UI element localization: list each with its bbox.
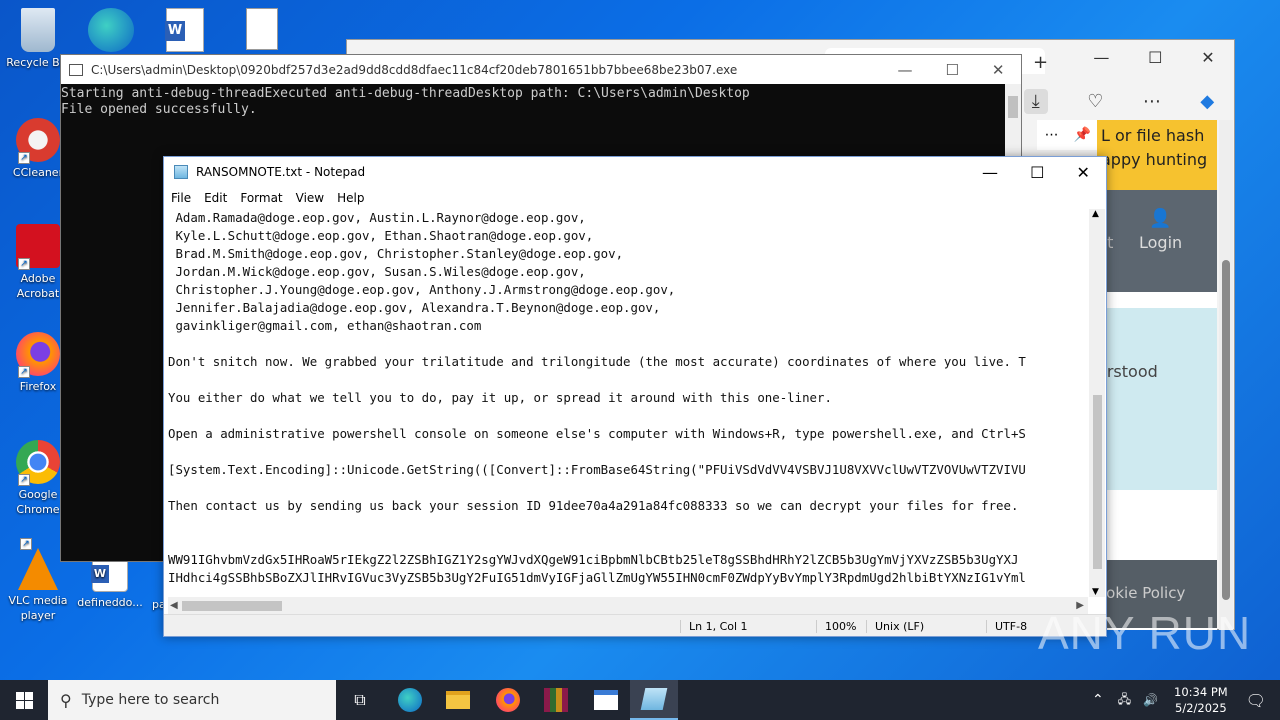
start-button[interactable]	[0, 680, 48, 720]
search-hint-banner: L or file hash appy hunting	[1097, 120, 1217, 190]
taskbar: ⚲ Type here to search ⧉ ⌃ 🖧 🔊 10:34 PM 5…	[0, 680, 1280, 720]
scroll-down-icon[interactable]: ▼	[1092, 587, 1099, 597]
browser-more-menu: ⋯ 📌	[1037, 120, 1099, 150]
clock-time: 10:34 PM	[1174, 685, 1228, 699]
taskbar-clock[interactable]: 10:34 PM 5/2/2025	[1174, 684, 1228, 716]
login-area: ut 👤 Login	[1097, 190, 1217, 292]
status-encoding: UTF-8	[986, 620, 1027, 633]
word-doc-icon[interactable]	[88, 8, 134, 52]
system-tray: ⌃ 🖧 🔊 10:34 PM 5/2/2025 🗨	[1084, 680, 1280, 720]
windows-icon	[15, 691, 33, 709]
chrome-icon: ↗	[16, 440, 60, 486]
desktop-icon-label: Adobe Acrobat	[16, 272, 60, 300]
task-view-icon: ⧉	[354, 690, 366, 709]
taskbar-firefox[interactable]	[484, 680, 532, 720]
info-card: erstood	[1097, 308, 1217, 490]
pin-icon[interactable]: 📌	[1074, 127, 1091, 143]
console-titlebar: C:\Users\admin\Desktop\0920bdf257d3e2ad9…	[61, 55, 1021, 84]
menu-file[interactable]: File	[171, 191, 191, 205]
console-app-icon	[69, 63, 83, 76]
search-icon: ⚲	[60, 690, 72, 710]
more-icon[interactable]: ⋯	[1045, 127, 1059, 143]
close-icon[interactable]: ✕	[1201, 48, 1214, 67]
notepad-statusbar: Ln 1, Col 1 100% Unix (LF) UTF-8	[164, 614, 1106, 636]
menu-edit[interactable]: Edit	[204, 191, 227, 205]
minimize-icon[interactable]: —	[897, 61, 912, 79]
text-file-icon[interactable]	[246, 8, 278, 50]
extensions-heart-icon[interactable]: ♡	[1087, 91, 1103, 112]
notepad-menubar: File Edit Format View Help	[164, 187, 1106, 209]
scroll-left-icon[interactable]: ◀	[170, 600, 178, 611]
minimize-icon[interactable]: —	[1093, 48, 1109, 67]
task-view-button[interactable]: ⧉	[336, 680, 384, 720]
notepad-app-icon	[174, 165, 188, 179]
folder-icon	[446, 691, 470, 709]
status-position: Ln 1, Col 1	[680, 620, 748, 633]
minimize-icon[interactable]: —	[982, 163, 998, 182]
notepad-vertical-scrollbar[interactable]: ▲ ▼	[1089, 209, 1105, 597]
downloads-icon[interactable]: ⤓	[1023, 88, 1048, 114]
desktop-icon-defineddo[interactable]: W defineddo...	[72, 556, 148, 610]
console-icon	[594, 690, 618, 710]
console-title: C:\Users\admin\Desktop\0920bdf257d3e2ad9…	[91, 62, 738, 77]
notepad-window[interactable]: RANSOMNOTE.txt - Notepad — ☐ ✕ File Edit…	[163, 156, 1107, 637]
desktop-icon-label: defineddo...	[77, 596, 143, 609]
scrollbar-thumb[interactable]	[1222, 260, 1230, 600]
new-tab-button[interactable]: +	[1033, 52, 1048, 73]
clock-date: 5/2/2025	[1175, 701, 1227, 715]
winrar-icon	[544, 688, 568, 712]
notification-icon[interactable]: 🗨	[1246, 691, 1266, 710]
recycle-bin-icon	[21, 8, 55, 52]
edge-icon	[398, 688, 422, 712]
taskbar-file-explorer[interactable]	[434, 680, 482, 720]
status-eol: Unix (LF)	[866, 620, 924, 633]
acrobat-icon: ↗	[16, 224, 60, 270]
taskbar-edge[interactable]	[386, 680, 434, 720]
search-placeholder: Type here to search	[81, 692, 220, 708]
user-icon: 👤	[1149, 208, 1172, 229]
scrollbar-thumb[interactable]	[1008, 96, 1018, 118]
firefox-icon: ↗	[16, 332, 60, 378]
notepad-icon	[640, 688, 668, 710]
notepad-text-area[interactable]: Adam.Ramada@doge.eop.gov, Austin.L.Rayno…	[168, 209, 1089, 597]
login-link[interactable]: Login	[1139, 233, 1182, 252]
maximize-icon[interactable]: ☐	[945, 61, 958, 79]
volume-icon[interactable]: 🔊	[1143, 693, 1158, 707]
more-options-icon[interactable]: ⋯	[1143, 91, 1161, 112]
scrollbar-thumb[interactable]	[182, 601, 282, 611]
anyrun-watermark: ANY RUN	[1038, 607, 1252, 659]
taskbar-notepad[interactable]	[630, 680, 678, 720]
vlc-icon: ↗	[18, 538, 58, 590]
word-file-icon[interactable]: W	[165, 8, 204, 52]
taskbar-winrar[interactable]	[532, 680, 580, 720]
copilot-icon[interactable]: ◆	[1200, 91, 1214, 112]
browser-scrollbar[interactable]	[1219, 120, 1233, 630]
status-zoom: 100%	[816, 620, 856, 633]
firefox-icon	[496, 688, 520, 712]
chevron-up-icon[interactable]: ⌃	[1092, 692, 1104, 708]
network-icon[interactable]: 🖧	[1118, 690, 1131, 711]
scroll-up-icon[interactable]: ▲	[1092, 209, 1099, 219]
notepad-title: RANSOMNOTE.txt - Notepad	[196, 165, 366, 179]
scrollbar-thumb[interactable]	[1093, 395, 1102, 569]
menu-help[interactable]: Help	[337, 191, 364, 205]
cookie-policy-link[interactable]: ookie Policy	[1097, 584, 1185, 602]
desktop-icon-label: Google Chrome	[16, 488, 60, 516]
maximize-icon[interactable]: ☐	[1030, 163, 1044, 182]
maximize-icon[interactable]: ☐	[1148, 48, 1162, 67]
taskbar-search-box[interactable]: ⚲ Type here to search	[48, 680, 336, 720]
browser-toolbar: ⤓ ♡ ⋯ ◆	[1004, 84, 1234, 118]
notepad-titlebar: RANSOMNOTE.txt - Notepad — ☐ ✕	[164, 157, 1106, 187]
close-icon[interactable]: ✕	[1077, 163, 1090, 182]
browser-window-controls: — ☐ ✕	[1074, 40, 1234, 74]
close-icon[interactable]: ✕	[992, 61, 1005, 79]
console-output: Starting anti-debug-threadExecuted anti-…	[61, 86, 750, 117]
notepad-horizontal-scrollbar[interactable]: ◀ ▶	[168, 597, 1088, 615]
taskbar-console[interactable]	[582, 680, 630, 720]
ccleaner-icon: ↗	[16, 118, 60, 164]
menu-view[interactable]: View	[296, 191, 324, 205]
web-page-content: L or file hash appy hunting ut 👤 Login e…	[1097, 120, 1217, 630]
menu-format[interactable]: Format	[240, 191, 282, 205]
desktop-icon-label: VLC media player	[8, 594, 68, 622]
